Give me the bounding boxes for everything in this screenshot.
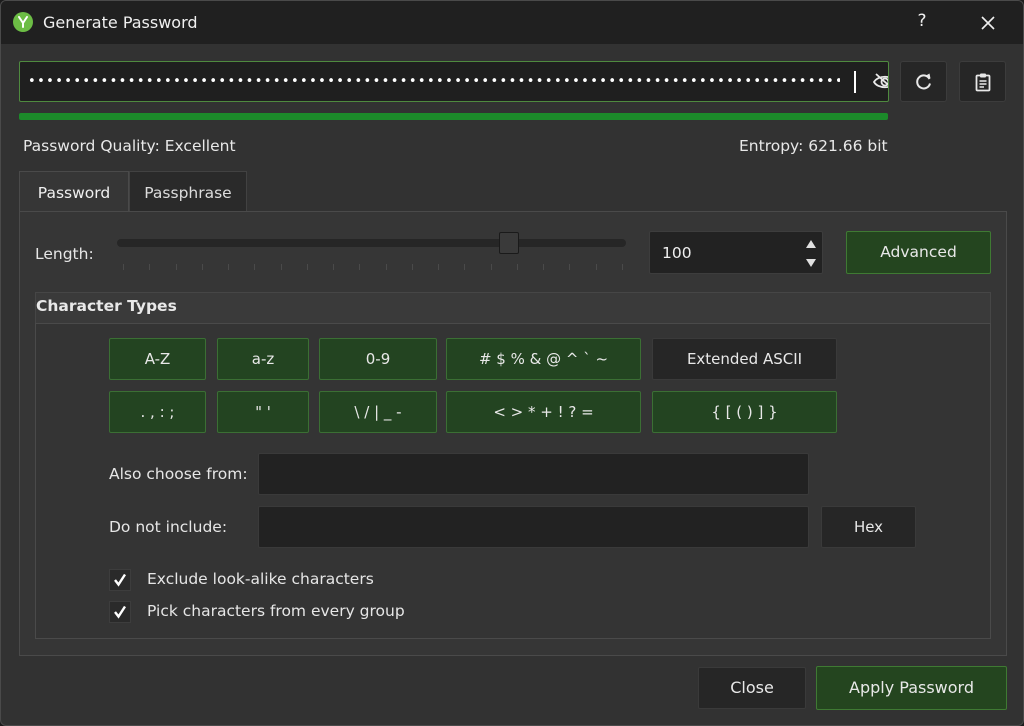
exclude-lookalike-checkbox[interactable] xyxy=(109,569,131,591)
eye-slash-icon[interactable] xyxy=(872,71,888,93)
slider-tick-marks xyxy=(123,264,623,270)
entropy-label: Entropy: 621.66 bit xyxy=(739,137,888,155)
toggle-numbers[interactable]: 0-9 xyxy=(319,338,437,380)
password-quality-label: Password Quality: Excellent xyxy=(23,137,236,155)
toggle-special-characters[interactable]: # $ % & @ ^ ` ~ xyxy=(446,338,641,380)
length-slider-handle[interactable] xyxy=(499,232,519,254)
tab-passphrase[interactable]: Passphrase xyxy=(129,171,247,212)
hex-button[interactable]: Hex xyxy=(821,506,916,548)
text-caret xyxy=(854,71,856,93)
toggle-dashes-slashes[interactable]: \ / | _ - xyxy=(319,391,437,433)
spin-down-arrow-icon[interactable] xyxy=(802,254,820,272)
help-button[interactable]: ? xyxy=(911,11,933,35)
pick-every-group-checkbox[interactable] xyxy=(109,601,131,623)
spin-up-arrow-icon[interactable] xyxy=(802,235,820,253)
do-not-include-label: Do not include: xyxy=(109,518,228,536)
advanced-toggle-button[interactable]: Advanced xyxy=(846,231,991,274)
keepassxc-logo-icon xyxy=(13,12,33,32)
window-title: Generate Password xyxy=(43,13,198,32)
length-slider-track[interactable] xyxy=(117,239,626,247)
toggle-math-symbols[interactable]: < > * + ! ? = xyxy=(446,391,641,433)
pick-every-group-label: Pick characters from every group xyxy=(147,602,405,620)
tab-password[interactable]: Password xyxy=(19,171,129,212)
toggle-lowercase[interactable]: a-z xyxy=(217,338,309,380)
also-choose-label: Also choose from: xyxy=(109,465,248,483)
clipboard-icon xyxy=(975,73,990,91)
toggle-extended-ascii[interactable]: Extended ASCII xyxy=(652,338,837,380)
password-field[interactable]: ••••••••••••••••••••••••••••••••••••••••… xyxy=(19,61,889,102)
checkmark-icon xyxy=(114,605,127,619)
toggle-punctuation[interactable]: . , : ; xyxy=(109,391,206,433)
length-spinbox[interactable]: 100 xyxy=(649,231,823,274)
toggle-braces[interactable]: { [ ( ) ] } xyxy=(652,391,837,433)
character-types-header xyxy=(35,292,991,324)
refresh-icon xyxy=(915,73,931,89)
close-window-button[interactable] xyxy=(973,9,1003,37)
also-choose-input[interactable] xyxy=(258,453,809,495)
character-types-title: Character Types xyxy=(36,297,177,315)
title-bar: Generate Password ? xyxy=(1,1,1023,44)
close-button[interactable]: Close xyxy=(698,667,806,709)
exclude-lookalike-label: Exclude look-alike characters xyxy=(147,570,374,588)
toggle-quotes[interactable]: " ' xyxy=(217,391,309,433)
regenerate-button[interactable] xyxy=(900,61,947,102)
copy-password-button[interactable] xyxy=(959,61,1006,102)
checkmark-icon xyxy=(114,573,127,587)
generate-password-dialog: Generate Password ? ••••••••••••••••••••… xyxy=(0,0,1024,726)
close-icon xyxy=(981,16,995,30)
password-quality-bar xyxy=(19,113,888,120)
apply-password-button[interactable]: Apply Password xyxy=(816,666,1007,710)
password-masked-value: ••••••••••••••••••••••••••••••••••••••••… xyxy=(28,74,840,89)
length-value: 100 xyxy=(662,244,692,262)
length-label: Length: xyxy=(35,245,94,263)
do-not-include-input[interactable] xyxy=(258,506,809,548)
toggle-uppercase[interactable]: A-Z xyxy=(109,338,206,380)
